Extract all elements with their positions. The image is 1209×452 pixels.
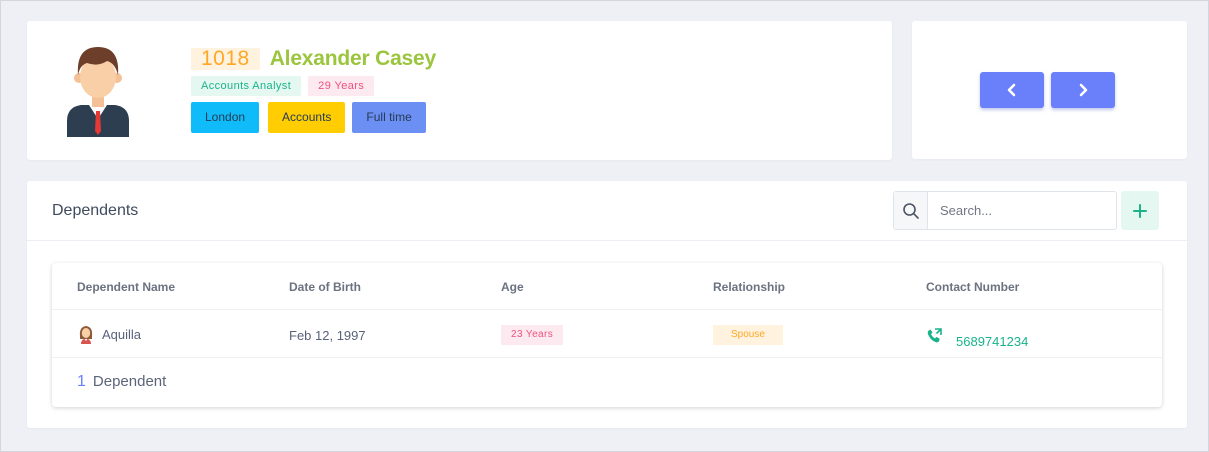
chevron-right-icon [1079, 83, 1088, 97]
employee-name[interactable]: Alexander Casey [270, 47, 436, 71]
employee-id: 1018 [191, 48, 260, 70]
contact-cell: 5689741234 [926, 323, 1028, 349]
row-divider [52, 357, 1162, 358]
header-divider [27, 240, 1187, 241]
search-box [893, 191, 1117, 230]
dependent-name[interactable]: Aquilla [102, 327, 141, 342]
column-header-name[interactable]: Dependent Name [77, 280, 175, 294]
search-input[interactable] [928, 192, 1116, 229]
department-tag[interactable]: Accounts [268, 102, 346, 133]
employee-avatar [63, 43, 133, 137]
job-title-badge: Accounts Analyst [191, 76, 302, 96]
employee-heading: 1018 Alexander Casey [191, 47, 436, 71]
dependents-title: Dependents [52, 202, 139, 219]
employment-type-tag[interactable]: Full time [352, 102, 426, 133]
column-header-contact[interactable]: Contact Number [926, 280, 1019, 294]
column-header-age[interactable]: Age [501, 280, 524, 294]
dependents-count: 1 Dependent [77, 373, 166, 391]
dependents-count-number: 1 [77, 373, 86, 390]
previous-employee-button[interactable] [980, 72, 1044, 108]
search-icon-container[interactable] [894, 192, 928, 229]
female-avatar-icon [79, 326, 93, 344]
dependent-dob: Feb 12, 1997 [289, 328, 366, 343]
location-tag[interactable]: London [191, 102, 260, 133]
employee-profile-card: 1018 Alexander Casey Accounts Analyst 29… [27, 21, 892, 160]
employee-navigation-card [912, 21, 1187, 159]
age-badge: 29 Years [308, 76, 375, 96]
dependents-count-label: Dependent [92, 373, 167, 390]
dependent-age-badge: 23 Years [501, 325, 564, 345]
chevron-left-icon [1007, 83, 1016, 97]
contact-number[interactable]: 5689741234 [956, 334, 1028, 349]
next-employee-button[interactable] [1051, 72, 1115, 108]
column-header-dob[interactable]: Date of Birth [289, 280, 361, 294]
phone-icon [927, 328, 942, 343]
column-header-relationship[interactable]: Relationship [713, 280, 785, 294]
dependent-name-cell: Aquilla [78, 324, 141, 344]
search-icon [902, 202, 919, 219]
employee-badges: Accounts Analyst 29 Years [191, 76, 375, 96]
relationship-badge: Spouse [713, 325, 783, 345]
dependents-card: Dependents Dependent Name Date of Birth … [27, 181, 1187, 428]
table-header-divider [52, 309, 1162, 310]
dependents-table: Dependent Name Date of Birth Age Relatio… [52, 263, 1162, 407]
plus-icon [1133, 203, 1147, 218]
employee-tags: London Accounts Full time [191, 102, 426, 133]
add-dependent-button[interactable] [1121, 191, 1159, 230]
